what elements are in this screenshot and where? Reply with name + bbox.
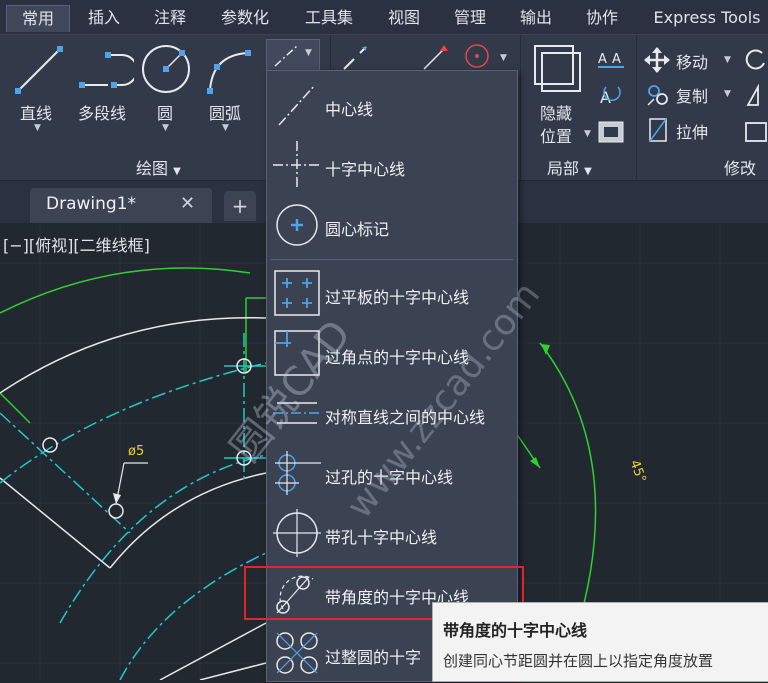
scale-icon[interactable] [744, 117, 768, 145]
tab-toolsets[interactable]: 工具集 [292, 5, 366, 31]
symmetric-centerline-icon [273, 402, 321, 424]
document-tab-label: Drawing1* [46, 194, 137, 214]
copy-label[interactable]: 复制 [676, 83, 708, 107]
corner-cross-centerline-icon [274, 330, 320, 376]
menu-item-hole-cross-centerline[interactable]: 过孔的十字中心线 [267, 443, 517, 503]
cross-centerline-with-hole-icon [273, 509, 321, 557]
plate-cross-centerline-icon [274, 270, 320, 316]
leader-icon[interactable] [420, 43, 450, 73]
stretch-icon[interactable] [644, 115, 672, 145]
draw-panel-title[interactable]: 绘图 ▼ [136, 155, 181, 179]
point-caret-icon[interactable]: ▼ [500, 53, 507, 63]
menu-item-cross-centerline-with-hole[interactable]: 带孔十字中心线 [267, 503, 517, 563]
viewport-controls-label[interactable]: [−][俯视][二维线框] [3, 232, 150, 256]
menu-item-centerline[interactable]: 中心线 [267, 75, 517, 135]
close-icon[interactable]: ✕ [180, 193, 195, 214]
command-tooltip: 带角度的十字中心线 创建同心节距圆并在圆上以指定角度放置 [432, 602, 768, 682]
cross-centerline-icon [273, 141, 321, 189]
hide-position-icon[interactable] [532, 43, 582, 93]
tab-manage[interactable]: 管理 [442, 5, 498, 31]
circle-tool-label[interactable]: 圆 [157, 100, 173, 124]
text-align-icon[interactable]: A A [596, 45, 626, 73]
tab-annotate[interactable]: 注释 [142, 5, 198, 31]
menu-item-plate-cross-centerline[interactable]: 过平板的十字中心线 [267, 263, 517, 323]
move-icon[interactable] [644, 47, 670, 73]
ribbon-tab-bar: 常用 插入 注释 参数化 工具集 视图 管理 输出 协作 Express Too… [0, 0, 768, 35]
polyline-tool-label[interactable]: 多段线 [78, 100, 126, 124]
stretch-label[interactable]: 拉伸 [676, 119, 708, 143]
line-caret-icon[interactable]: ▼ [34, 123, 41, 133]
centerline-caret-icon: ▼ [305, 48, 312, 58]
polyline-icon[interactable] [78, 49, 134, 91]
position-label[interactable]: 位置 [540, 123, 572, 147]
modify-panel-title[interactable]: 修改 [724, 155, 756, 179]
menu-divider [271, 259, 513, 260]
copy-caret-icon[interactable]: ▼ [724, 89, 731, 99]
tooltip-description: 创建同心节距圆并在圆上以指定角度放置 [443, 652, 714, 670]
move-label[interactable]: 移动 [676, 49, 708, 73]
center-mark-icon [276, 204, 318, 246]
tab-home[interactable]: 常用 [6, 5, 70, 32]
arc-tool-label[interactable]: 圆弧 [209, 100, 241, 124]
centerline-small-icon [274, 45, 298, 67]
arc-icon[interactable] [204, 47, 254, 95]
rotate-dim-icon[interactable] [340, 43, 370, 73]
line-icon[interactable] [14, 45, 64, 95]
line-tool-label[interactable]: 直线 [20, 100, 52, 124]
svg-text:A: A [612, 52, 621, 67]
menu-item-center-mark[interactable]: 圆心标记 [267, 195, 517, 255]
arc-caret-icon[interactable]: ▼ [222, 123, 229, 133]
full-circle-cross-centerline-icon [276, 632, 318, 674]
centerline-dropdown-button[interactable]: ▼ [266, 39, 320, 73]
tab-express-tools[interactable]: Express Tools [646, 5, 768, 31]
hide-caret-icon[interactable]: ▼ [584, 129, 591, 139]
panel-separator [636, 35, 637, 180]
hole-dimension-label: ø5 [128, 444, 145, 459]
text-rotate-icon[interactable]: A [596, 81, 626, 111]
svg-text:A: A [598, 52, 607, 67]
tooltip-title: 带角度的十字中心线 [443, 621, 588, 640]
block-panel-title[interactable]: 局部 ▼ [547, 155, 592, 179]
circle-caret-icon[interactable]: ▼ [162, 123, 169, 133]
new-tab-button[interactable]: + [224, 191, 256, 221]
menu-item-symmetric-centerline[interactable]: 对称直线之间的中心线 [267, 383, 517, 443]
tab-parametric[interactable]: 参数化 [208, 5, 282, 31]
tab-insert[interactable]: 插入 [76, 5, 132, 31]
tab-collaborate[interactable]: 协作 [574, 5, 630, 31]
menu-item-cross-centerline[interactable]: 十字中心线 [267, 135, 517, 195]
tab-output[interactable]: 输出 [508, 5, 564, 31]
mirror-icon[interactable] [744, 83, 768, 109]
panel-separator [520, 35, 521, 180]
centerline-icon [278, 84, 316, 126]
rotate-icon[interactable] [744, 47, 768, 73]
point-icon[interactable] [462, 41, 492, 71]
hole-cross-centerline-icon [275, 451, 321, 495]
menu-item-corner-cross-centerline[interactable]: 过角点的十字中心线 [267, 323, 517, 383]
hide-label[interactable]: 隐藏 [540, 100, 572, 124]
circle-icon[interactable] [140, 43, 192, 95]
tab-view[interactable]: 视图 [376, 5, 432, 31]
copy-icon[interactable] [644, 81, 672, 109]
wipeout-icon[interactable] [596, 117, 626, 147]
document-tab[interactable]: Drawing1* ✕ [30, 188, 212, 223]
move-caret-icon[interactable]: ▼ [724, 55, 731, 65]
